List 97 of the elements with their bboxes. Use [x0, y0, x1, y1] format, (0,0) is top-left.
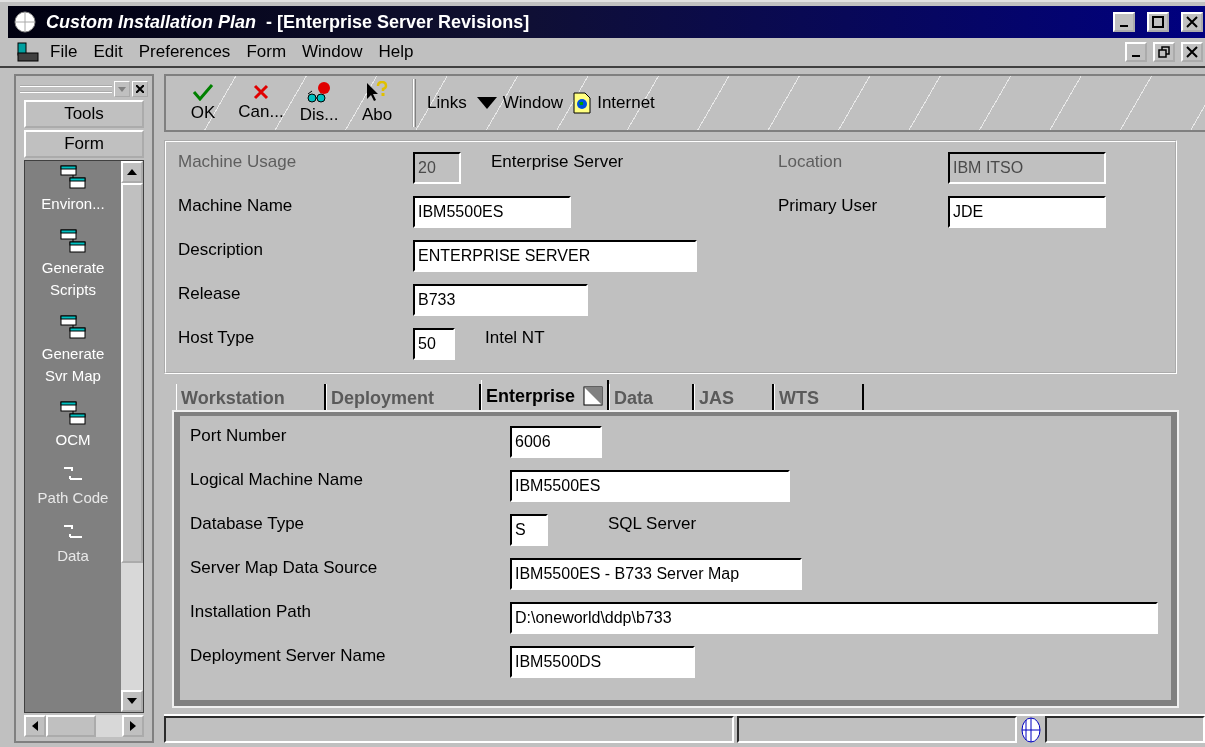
toolbar-button[interactable]: Can...: [232, 76, 290, 130]
scroll-right-button[interactable]: [122, 715, 144, 737]
side-item[interactable]: Environ...: [31, 193, 115, 215]
toolbar-button[interactable]: Dis...: [290, 76, 348, 130]
link-button[interactable]: Internet: [568, 92, 660, 114]
input-field[interactable]: IBM5500ES - B733 Server Map: [510, 558, 802, 590]
window-title: Custom Installation Plan: [46, 11, 257, 33]
minimize-icon: [1132, 55, 1140, 57]
input-field[interactable]: 50: [413, 328, 455, 360]
input-field[interactable]: IBM5500DS: [510, 646, 695, 678]
field-label: Logical Machine Name: [190, 470, 364, 491]
field-label: Server Map Data Source: [190, 558, 379, 579]
link-button[interactable]: Window: [471, 93, 569, 113]
scrollbar-thumb[interactable]: [121, 183, 143, 563]
menu-item[interactable]: Form: [240, 42, 293, 62]
close-icon: [1186, 16, 1198, 28]
field-label: Host Type: [178, 327, 256, 349]
triangle-down-icon: [127, 698, 137, 704]
restore-icon: [1158, 46, 1170, 58]
field-description: SQL Server: [608, 514, 697, 534]
field-label: Primary User: [778, 195, 879, 217]
field-label: Port Number: [190, 426, 288, 447]
tab[interactable]: WTS: [774, 384, 865, 412]
field-label: Installation Path: [190, 602, 312, 623]
input-field[interactable]: 6006: [510, 426, 602, 458]
menu-item[interactable]: File: [44, 42, 84, 62]
link-button[interactable]: Links: [422, 93, 472, 113]
field-label: Description: [178, 239, 265, 261]
bracket-icon: [62, 523, 84, 541]
form-icon: [60, 401, 86, 425]
tab[interactable]: Deployment: [326, 384, 481, 412]
close-button[interactable]: [1181, 12, 1203, 32]
input-field[interactable]: S: [510, 514, 548, 546]
side-item[interactable]: Generate Svr Map: [31, 343, 115, 387]
menu-item[interactable]: Window: [296, 42, 369, 62]
field-label: Machine Name: [178, 195, 294, 217]
field-label: Location: [778, 151, 844, 173]
tab[interactable]: JAS: [694, 384, 775, 412]
close-icon: [136, 85, 144, 93]
help-pointer-icon: [365, 81, 389, 103]
maximize-button[interactable]: [1147, 12, 1169, 32]
checkmark-icon: [192, 83, 214, 101]
input-field[interactable]: D:\oneworld\ddp\b733: [510, 602, 1158, 634]
toolbar-button[interactable]: Abo: [348, 76, 406, 130]
field-description: Intel NT: [485, 328, 545, 348]
close-icon: [253, 84, 269, 100]
triangle-up-icon: [127, 169, 137, 175]
minimize-button[interactable]: [1125, 42, 1147, 62]
restore-button[interactable]: [1153, 42, 1175, 62]
side-item[interactable]: OCM: [31, 429, 115, 451]
form-icon: [60, 165, 86, 189]
minimize-icon: [1120, 25, 1128, 27]
glasses-icon: [306, 81, 332, 103]
field-description: Enterprise Server: [491, 152, 624, 172]
form-icon: [60, 229, 86, 253]
menu-item[interactable]: Help: [372, 42, 420, 62]
tab[interactable]: Enterprise: [481, 380, 610, 412]
horizontal-scrollbar[interactable]: [24, 715, 144, 737]
triangle-down-icon: [476, 97, 497, 109]
close-icon: [1186, 46, 1198, 58]
form-title: - [Enterprise Server Revisions]: [266, 11, 530, 33]
menu-item[interactable]: Preferences: [132, 42, 237, 62]
form-icon: [60, 315, 86, 339]
scrollbar-thumb[interactable]: [46, 715, 96, 737]
close-button[interactable]: [1181, 42, 1203, 62]
bracket-icon: [62, 465, 84, 483]
input-field[interactable]: IBM5500ES: [510, 470, 790, 502]
triangle-right-icon: [130, 721, 136, 731]
tab[interactable]: Data: [609, 384, 695, 412]
field-label: Machine Usage: [178, 151, 298, 173]
field-label: Deployment Server Name: [190, 646, 387, 667]
minimize-button[interactable]: [1113, 12, 1135, 32]
app-printer-icon: [16, 41, 40, 63]
scroll-up-button[interactable]: [121, 161, 143, 183]
globe-document-icon: [573, 92, 592, 114]
menu-item[interactable]: Edit: [87, 42, 129, 62]
side-item[interactable]: Generate Scripts: [31, 257, 115, 301]
app-globe-icon: [14, 11, 36, 33]
side-button[interactable]: Tools: [24, 100, 144, 128]
maximize-icon: [1152, 16, 1164, 28]
input-field[interactable]: B733: [413, 284, 588, 316]
input-field[interactable]: ENTERPRISE SERVER: [413, 240, 697, 272]
input-field[interactable]: IBM5500ES: [413, 196, 571, 228]
grip-bar[interactable]: [20, 85, 112, 93]
field-label: Release: [178, 283, 242, 305]
triangle-down-icon: [118, 86, 126, 92]
scroll-left-button[interactable]: [24, 715, 46, 737]
page-corner-icon: [583, 386, 604, 406]
scroll-down-button[interactable]: [121, 690, 143, 712]
close-button[interactable]: [132, 81, 148, 97]
input-field[interactable]: JDE: [948, 196, 1106, 228]
toolbar-button[interactable]: OK: [174, 76, 232, 130]
triangle-left-icon: [32, 721, 38, 731]
side-button[interactable]: Form: [24, 130, 144, 158]
field-label: Database Type: [190, 514, 306, 535]
tab[interactable]: Workstation: [176, 384, 326, 412]
dropdown-button[interactable]: [114, 81, 130, 97]
